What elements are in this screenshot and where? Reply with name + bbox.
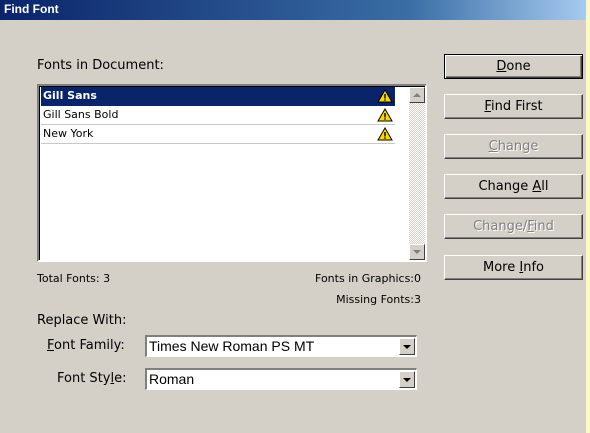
warning-icon — [377, 127, 393, 141]
font-family-dropdown-button[interactable] — [399, 338, 415, 355]
total-fonts-label: Total Fonts: 3 — [37, 272, 111, 285]
font-style-select[interactable]: Roman — [145, 368, 417, 390]
font-list-scrollbar[interactable] — [409, 87, 425, 260]
font-list[interactable]: Gill Sans Gill Sans Bold New York — [37, 84, 427, 262]
missing-fonts-label: Missing Fonts:3 — [336, 293, 421, 306]
font-family-label: Font Family: — [47, 338, 125, 353]
arrow-up-icon — [413, 93, 421, 97]
font-family-value: Times New Roman PS MT — [149, 338, 315, 354]
font-style-dropdown-button[interactable] — [399, 371, 415, 388]
find-first-button[interactable]: Find First — [444, 94, 583, 119]
warning-icon — [377, 89, 393, 103]
font-name: New York — [43, 127, 94, 140]
change-all-button[interactable]: Change All — [444, 174, 583, 199]
more-info-button[interactable]: More Info — [444, 255, 583, 280]
warning-icon — [377, 108, 393, 122]
title-bar[interactable]: Find Font — [0, 0, 586, 20]
scroll-down-button[interactable] — [409, 244, 425, 260]
replace-with-label: Replace With: — [37, 313, 127, 328]
change-find-button[interactable]: Change/Find — [444, 214, 583, 239]
change-button[interactable]: Change — [444, 134, 583, 159]
window-title: Find Font — [4, 2, 59, 16]
done-button[interactable]: Done — [444, 54, 583, 79]
font-style-label: Font Style: — [57, 371, 127, 386]
scroll-up-button[interactable] — [409, 87, 425, 103]
font-name: Gill Sans — [43, 89, 97, 102]
font-family-select[interactable]: Times New Roman PS MT — [145, 335, 417, 357]
font-list-item[interactable]: Gill Sans — [41, 87, 395, 106]
font-list-item[interactable]: New York — [41, 125, 395, 144]
font-name: Gill Sans Bold — [43, 108, 119, 121]
font-list-item[interactable]: Gill Sans Bold — [41, 106, 395, 125]
find-font-dialog: Find Font Fonts in Document: Gill Sans G… — [0, 0, 586, 433]
fonts-in-document-label: Fonts in Document: — [37, 58, 164, 73]
font-style-value: Roman — [149, 371, 195, 387]
fonts-in-graphics-label: Fonts in Graphics:0 — [315, 272, 421, 285]
chevron-down-icon — [403, 345, 411, 349]
chevron-down-icon — [403, 378, 411, 382]
arrow-down-icon — [413, 250, 421, 254]
